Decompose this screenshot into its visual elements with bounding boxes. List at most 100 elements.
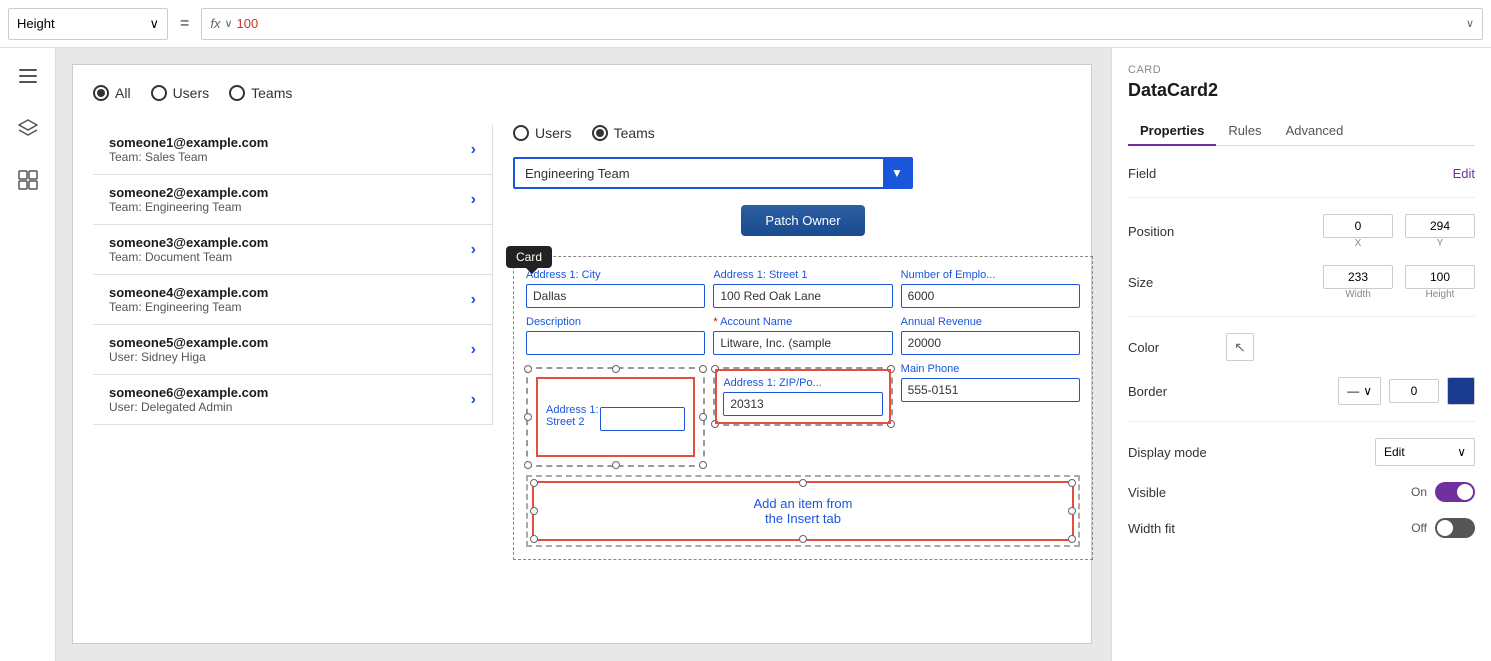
width-fit-row: Width fit Off <box>1128 518 1475 538</box>
user-item-3[interactable]: someone3@example.com Team: Document Team… <box>93 225 492 275</box>
border-label: Border <box>1128 384 1218 399</box>
tab-properties[interactable]: Properties <box>1128 117 1216 146</box>
grid-input-street1[interactable] <box>713 284 892 308</box>
user-info-3: someone3@example.com Team: Document Team <box>109 235 268 264</box>
user-team-4: Team: Engineering Team <box>109 300 268 314</box>
grid-row-3: Card <box>526 363 1080 467</box>
handle-zip-tl[interactable] <box>711 365 719 373</box>
user-item-6[interactable]: someone6@example.com User: Delegated Adm… <box>93 375 492 425</box>
size-width-input[interactable] <box>1323 265 1393 289</box>
size-inputs: Width Height <box>1323 265 1475 300</box>
handle-add-br[interactable] <box>1068 535 1076 543</box>
team-dropdown-arrow-btn[interactable]: ▼ <box>883 159 911 187</box>
grid-input-revenue[interactable] <box>901 331 1080 355</box>
size-height-input[interactable] <box>1405 265 1475 289</box>
user-item-5[interactable]: someone5@example.com User: Sidney Higa › <box>93 325 492 375</box>
handle-add-mr[interactable] <box>1068 507 1076 515</box>
visible-toggle[interactable] <box>1435 482 1475 502</box>
tab-rules[interactable]: Rules <box>1216 117 1273 146</box>
user-team-5: User: Sidney Higa <box>109 350 268 364</box>
display-mode-select[interactable]: Edit ∨ <box>1375 438 1475 466</box>
radio-users-top-circle <box>151 85 167 101</box>
color-picker-button[interactable]: ↖ <box>1226 333 1254 361</box>
handle-zip-br[interactable] <box>887 420 895 428</box>
handle-add-tr[interactable] <box>1068 479 1076 487</box>
grid-input-city[interactable] <box>526 284 705 308</box>
handle-bl[interactable] <box>524 461 532 469</box>
size-height-group: Height <box>1405 265 1475 300</box>
sidebar-icon-layers[interactable] <box>12 112 44 144</box>
handle-br[interactable] <box>699 461 707 469</box>
handle-ml[interactable] <box>524 413 532 421</box>
user-item-1[interactable]: someone1@example.com Team: Sales Team › <box>93 125 492 175</box>
grid-label-phone: Main Phone <box>901 363 1080 375</box>
selected-card[interactable]: Address 1: Street 2 <box>526 367 705 467</box>
card-tooltip: Card <box>506 246 552 268</box>
property-selector[interactable]: Height ∨ <box>8 8 168 40</box>
grid-label-account: Account Name <box>713 316 892 328</box>
size-label: Size <box>1128 275 1218 290</box>
sidebar-icon-components[interactable] <box>12 164 44 196</box>
grid-input-employees[interactable] <box>901 284 1080 308</box>
form-radio-users[interactable]: Users <box>513 125 572 141</box>
user-item-2[interactable]: someone2@example.com Team: Engineering T… <box>93 175 492 225</box>
form-radio-teams[interactable]: Teams <box>592 125 655 141</box>
user-item-4[interactable]: someone4@example.com Team: Engineering T… <box>93 275 492 325</box>
fx-chevron[interactable]: ∨ <box>224 17 232 30</box>
grid-row-2: Description Account Name Annual Revenue <box>526 316 1080 355</box>
add-item-card[interactable]: Add an item fromthe Insert tab <box>526 475 1080 547</box>
grid-input-zip[interactable] <box>723 392 882 416</box>
handle-add-tl[interactable] <box>530 479 538 487</box>
grid-input-phone[interactable] <box>901 378 1080 402</box>
form-radio-users-circle <box>513 125 529 141</box>
radio-all-circle <box>93 85 109 101</box>
position-x-input[interactable] <box>1323 214 1393 238</box>
patch-owner-button[interactable]: Patch Owner <box>741 205 864 236</box>
grid-input-description[interactable] <box>526 331 705 355</box>
handle-add-tm[interactable] <box>799 479 807 487</box>
app-canvas: All Users Teams someone1@example.com Tea… <box>72 64 1092 644</box>
radio-teams-top[interactable]: Teams <box>229 85 292 101</box>
grid-input-account[interactable] <box>713 331 892 355</box>
border-width-input[interactable] <box>1389 379 1439 403</box>
handle-mr[interactable] <box>699 413 707 421</box>
expand-button[interactable]: ∨ <box>1466 17 1474 30</box>
grid-input-street2[interactable] <box>600 407 686 431</box>
tab-advanced[interactable]: Advanced <box>1274 117 1356 146</box>
display-mode-chevron: ∨ <box>1457 445 1466 459</box>
handle-zip-bl[interactable] <box>711 420 719 428</box>
handle-add-bm[interactable] <box>799 535 807 543</box>
width-fit-toggle[interactable] <box>1435 518 1475 538</box>
zip-card[interactable]: Address 1: ZIP/Po... <box>713 367 892 426</box>
card-section-label: CARD <box>1128 64 1475 76</box>
handle-tr[interactable] <box>699 365 707 373</box>
visible-label: Visible <box>1128 485 1218 500</box>
formula-bar[interactable]: fx ∨ 100 ∨ <box>201 8 1483 40</box>
sidebar-icon-menu[interactable] <box>12 60 44 92</box>
user-list: someone1@example.com Team: Sales Team › … <box>93 125 493 425</box>
width-fit-toggle-knob <box>1437 520 1453 536</box>
handle-bm[interactable] <box>612 461 620 469</box>
border-color-swatch[interactable] <box>1447 377 1475 405</box>
radio-all[interactable]: All <box>93 85 131 101</box>
handle-zip-tr[interactable] <box>887 365 895 373</box>
grid-label-city: Address 1: City <box>526 269 705 281</box>
add-item-inner: Add an item fromthe Insert tab <box>532 481 1074 541</box>
position-y-input[interactable] <box>1405 214 1475 238</box>
radio-users-top[interactable]: Users <box>151 85 210 101</box>
user-email-3: someone3@example.com <box>109 235 268 250</box>
size-row: Size Width Height <box>1128 265 1475 300</box>
handle-add-ml[interactable] <box>530 507 538 515</box>
user-team-1: Team: Sales Team <box>109 150 268 164</box>
form-panel: Users Teams Engineering Team ▼ Patch Own… <box>513 125 1093 560</box>
field-edit-link[interactable]: Edit <box>1453 166 1475 181</box>
handle-tm[interactable] <box>612 365 620 373</box>
color-row: Color ↖ <box>1128 333 1475 361</box>
border-style-select[interactable]: — ∨ <box>1338 377 1381 405</box>
formula-value: 100 <box>237 16 259 31</box>
user-team-2: Team: Engineering Team <box>109 200 268 214</box>
handle-add-bl[interactable] <box>530 535 538 543</box>
team-dropdown[interactable]: Engineering Team ▼ <box>513 157 913 189</box>
grid-field-description: Description <box>526 316 705 355</box>
handle-tl[interactable] <box>524 365 532 373</box>
